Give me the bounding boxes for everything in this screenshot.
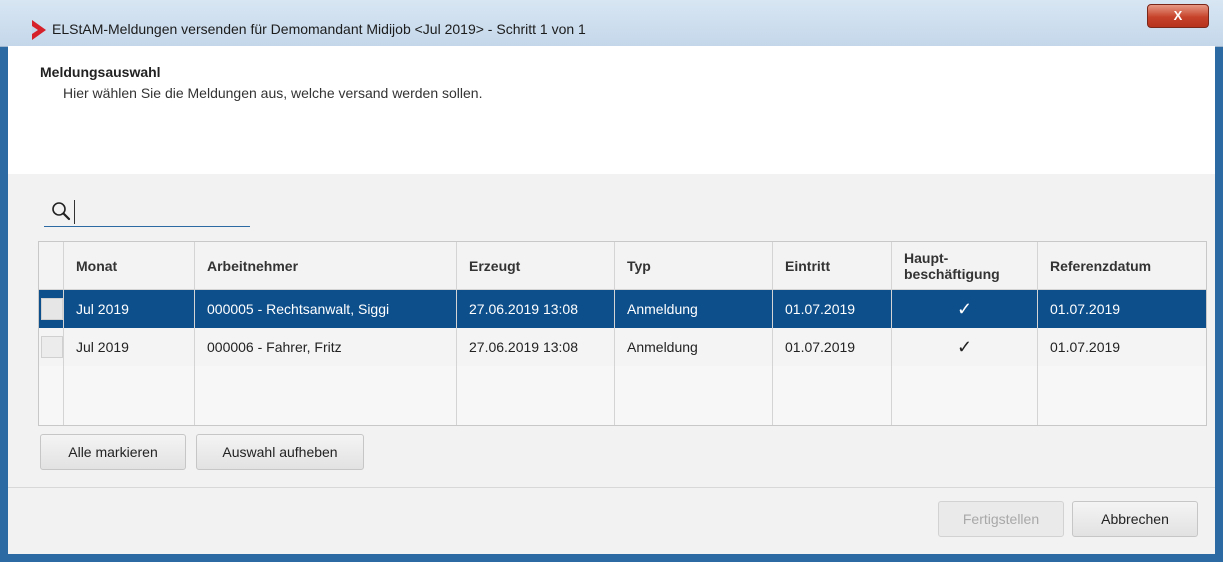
search-box	[44, 198, 250, 227]
messages-table: Monat Arbeitnehmer Erzeugt Typ Eintritt …	[38, 241, 1207, 426]
clear-selection-button[interactable]: Auswahl aufheben	[196, 434, 364, 470]
cell-arbeitnehmer: 000006 - Fahrer, Fritz	[194, 328, 457, 366]
cancel-button[interactable]: Abbrechen	[1072, 501, 1198, 537]
title-bar: ELStAM-Meldungen versenden für Demomanda…	[0, 0, 1223, 47]
empty-cell	[772, 366, 892, 425]
checkmark-icon: ✓	[891, 289, 1038, 328]
row-selector[interactable]	[39, 289, 64, 328]
finish-button[interactable]: Fertigstellen	[938, 501, 1064, 537]
cell-monat: Jul 2019	[63, 289, 195, 328]
column-header-referenzdatum[interactable]: Referenzdatum	[1037, 242, 1206, 290]
empty-cell	[63, 366, 195, 425]
search-icon	[52, 202, 71, 221]
empty-cell	[194, 366, 457, 425]
cell-typ: Anmeldung	[614, 289, 773, 328]
cell-eintritt: 01.07.2019	[772, 289, 892, 328]
page-title: Meldungsauswahl	[40, 64, 161, 80]
empty-cell	[456, 366, 615, 425]
checkmark-icon: ✓	[891, 328, 1038, 366]
empty-cell	[891, 366, 1038, 425]
cell-erzeugt: 27.06.2019 13:08	[456, 289, 615, 328]
column-header-haupt-line2: beschäftigung	[904, 265, 1000, 282]
table-row[interactable]: Jul 2019 000005 - Rechtsanwalt, Siggi 27…	[39, 289, 1206, 328]
empty-cell	[39, 366, 64, 425]
row-checkbox[interactable]	[41, 298, 63, 320]
cell-erzeugt: 27.06.2019 13:08	[456, 328, 615, 366]
cell-eintritt: 01.07.2019	[772, 328, 892, 366]
column-header-typ[interactable]: Typ	[614, 242, 773, 290]
row-checkbox[interactable]	[41, 336, 63, 358]
row-selector[interactable]	[39, 328, 64, 366]
column-header-haupt-line1: Haupt-	[904, 249, 949, 266]
column-header-hauptbeschaeftigung[interactable]: Haupt- beschäftigung	[891, 242, 1038, 290]
selector-header[interactable]	[39, 242, 64, 290]
column-header-arbeitnehmer[interactable]: Arbeitnehmer	[194, 242, 457, 290]
cell-arbeitnehmer: 000005 - Rechtsanwalt, Siggi	[194, 289, 457, 328]
cell-typ: Anmeldung	[614, 328, 773, 366]
wizard-window: ELStAM-Meldungen versenden für Demomanda…	[0, 0, 1223, 562]
empty-cell	[1037, 366, 1206, 425]
empty-row	[39, 366, 1206, 425]
cell-referenzdatum: 01.07.2019	[1037, 328, 1206, 366]
table-row[interactable]: Jul 2019 000006 - Fahrer, Fritz 27.06.20…	[39, 328, 1206, 366]
select-all-button[interactable]: Alle markieren	[40, 434, 186, 470]
cell-monat: Jul 2019	[63, 328, 195, 366]
app-logo-icon	[32, 20, 46, 40]
search-input[interactable]	[74, 200, 249, 224]
column-header-eintritt[interactable]: Eintritt	[772, 242, 892, 290]
column-header-erzeugt[interactable]: Erzeugt	[456, 242, 615, 290]
close-button[interactable]: X	[1147, 4, 1209, 28]
table-header-row: Monat Arbeitnehmer Erzeugt Typ Eintritt …	[39, 242, 1206, 290]
window-title: ELStAM-Meldungen versenden für Demomanda…	[52, 21, 586, 37]
column-header-monat[interactable]: Monat	[63, 242, 195, 290]
wizard-header: Meldungsauswahl Hier wählen Sie die Meld…	[8, 46, 1215, 174]
empty-cell	[614, 366, 773, 425]
page-subtitle: Hier wählen Sie die Meldungen aus, welch…	[63, 85, 483, 101]
cell-referenzdatum: 01.07.2019	[1037, 289, 1206, 328]
footer-divider	[8, 487, 1215, 488]
